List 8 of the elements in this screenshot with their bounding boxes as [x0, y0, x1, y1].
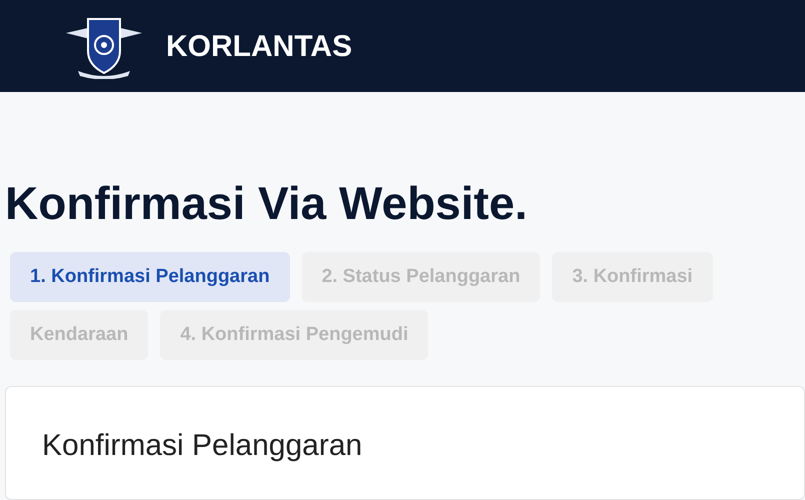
card-title: Konfirmasi Pelanggaran [42, 428, 364, 464]
step-tab[interactable]: 4. Konfirmasi Pengemudi [160, 310, 428, 360]
step-tab[interactable]: 3. Konfirmasi [552, 252, 713, 302]
page-title: Konfirmasi Via Website. [5, 180, 528, 226]
step-tab[interactable]: 2. Status Pelanggaran [302, 252, 540, 302]
step-tab[interactable]: 1. Konfirmasi Pelanggaran [10, 252, 290, 302]
brand-name: KORLANTAS [166, 28, 352, 64]
step-tab[interactable]: Kendaraan [10, 310, 148, 360]
